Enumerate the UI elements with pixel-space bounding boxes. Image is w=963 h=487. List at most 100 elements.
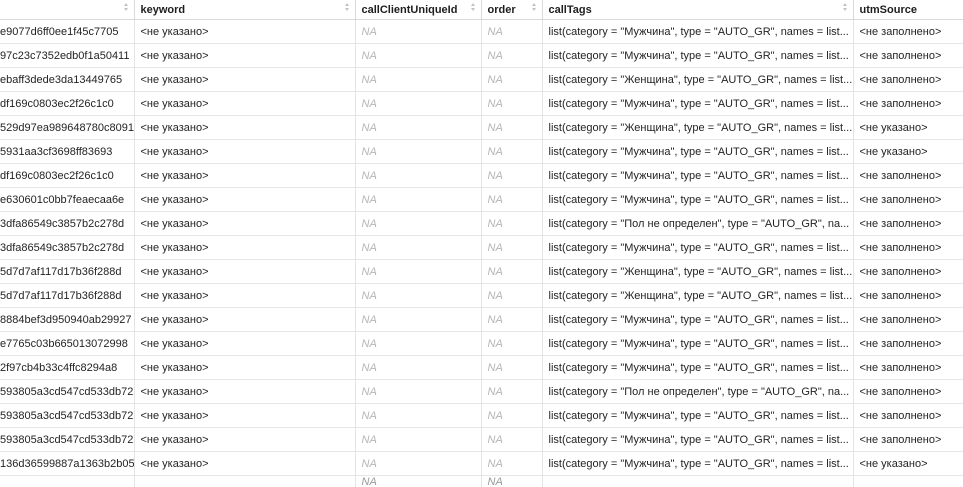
cell-keyword[interactable]: <не указано> [134, 331, 356, 356]
column-header-utm-source[interactable]: utmSource [853, 0, 963, 20]
cell-utm-source[interactable]: <не указано> [853, 451, 963, 476]
table-row[interactable]: 97c23c7352edb0f1a50411 <не указано> NA NA li… [0, 43, 963, 68]
column-header-id[interactable] [0, 0, 135, 20]
cell-call-tags[interactable]: list(category = "Мужчина", type = "AUTO_… [542, 163, 854, 188]
cell-call-tags[interactable]: list(category = "Мужчина", type = "AUTO_… [542, 331, 854, 356]
table-row[interactable]: 593805a3cd547cd533db72 <не указано> NA NA li… [0, 379, 963, 404]
sort-icon[interactable] [842, 3, 848, 13]
cell-call-tags[interactable]: list(category = "Женщина", type = "AUTO_… [542, 67, 854, 92]
table-row[interactable]: e7765c03b665013072998 <не указано> NA NA lis… [0, 331, 963, 356]
cell-call-tags[interactable]: list(category = "Мужчина", type = "AUTO_… [542, 451, 854, 476]
cell-id[interactable] [0, 475, 135, 487]
cell-order[interactable]: NA [481, 235, 543, 260]
cell-utm-source[interactable]: <не указано> [853, 139, 963, 164]
table-row[interactable]: 2f97cb4b33c4ffc8294a8 <не указано> NA NA lis… [0, 355, 963, 380]
cell-call-client-unique-id[interactable]: NA [355, 403, 482, 428]
cell-utm-source[interactable]: <не заполнено> [853, 379, 963, 404]
cell-utm-source[interactable]: <не заполнено> [853, 163, 963, 188]
cell-id[interactable]: 529d97ea989648780c8091 [0, 115, 135, 140]
cell-order[interactable]: NA [481, 427, 543, 452]
table-row[interactable]: 529d97ea989648780c8091 <не указано> NA NA li… [0, 115, 963, 140]
cell-order[interactable]: NA [481, 211, 543, 236]
cell-call-client-unique-id[interactable]: NA [355, 19, 482, 44]
cell-call-tags[interactable]: list(category = "Пол не определен", type… [542, 211, 854, 236]
table-row[interactable]: ebaff3dede3da13449765 <не указано> NA NA lis… [0, 67, 963, 92]
cell-keyword[interactable]: <не указано> [134, 91, 356, 116]
cell-id[interactable]: 593805a3cd547cd533db72 [0, 403, 135, 428]
table-row[interactable]: 5d7d7af117d17b36f288d <не указано> NA NA lis… [0, 259, 963, 284]
table-row[interactable]: 136d36599887a1363b2b05 <не указано> NA NA li… [0, 451, 963, 476]
cell-call-client-unique-id[interactable]: NA [355, 451, 482, 476]
cell-order[interactable]: NA [481, 19, 543, 44]
cell-keyword[interactable]: <не указано> [134, 19, 356, 44]
cell-keyword[interactable] [134, 475, 356, 487]
cell-call-client-unique-id[interactable]: NA [355, 379, 482, 404]
cell-id[interactable]: 593805a3cd547cd533db72 [0, 427, 135, 452]
cell-call-tags[interactable]: list(category = "Мужчина", type = "AUTO_… [542, 235, 854, 260]
cell-call-client-unique-id[interactable]: NA [355, 331, 482, 356]
cell-keyword[interactable]: <не указано> [134, 235, 356, 260]
cell-utm-source[interactable]: <не заполнено> [853, 67, 963, 92]
cell-call-tags[interactable]: list(category = "Мужчина", type = "AUTO_… [542, 403, 854, 428]
cell-call-client-unique-id[interactable]: NA [355, 427, 482, 452]
cell-keyword[interactable]: <не указано> [134, 259, 356, 284]
cell-id[interactable]: 5d7d7af117d17b36f288d [0, 283, 135, 308]
cell-utm-source[interactable] [853, 475, 963, 487]
table-row[interactable]: 5d7d7af117d17b36f288d <не указано> NA NA lis… [0, 283, 963, 308]
cell-keyword[interactable]: <не указано> [134, 355, 356, 380]
cell-order[interactable]: NA [481, 283, 543, 308]
table-row[interactable]: e630601c0bb7feaecaa6e <не указано> NA NA lis… [0, 187, 963, 212]
cell-call-tags[interactable]: list(category = "Мужчина", type = "AUTO_… [542, 19, 854, 44]
cell-call-tags[interactable]: list(category = "Женщина", type = "AUTO_… [542, 115, 854, 140]
cell-id[interactable]: 8884bef3d950940ab29927 [0, 307, 135, 332]
cell-utm-source[interactable]: <не заполнено> [853, 403, 963, 428]
table-row[interactable]: df169c0803ec2f26c1c0 <не указано> NA NA list… [0, 91, 963, 116]
cell-call-client-unique-id[interactable]: NA [355, 283, 482, 308]
cell-utm-source[interactable]: <не заполнено> [853, 355, 963, 380]
cell-call-tags[interactable]: list(category = "Мужчина", type = "AUTO_… [542, 43, 854, 68]
cell-keyword[interactable]: <не указано> [134, 163, 356, 188]
cell-call-client-unique-id[interactable]: NA [355, 139, 482, 164]
cell-keyword[interactable]: <не указано> [134, 427, 356, 452]
cell-utm-source[interactable]: <не заполнено> [853, 427, 963, 452]
cell-keyword[interactable]: <не указано> [134, 43, 356, 68]
cell-id[interactable]: e9077d6ff0ee1f45c7705 [0, 19, 135, 44]
cell-call-tags[interactable]: list(category = "Мужчина", type = "AUTO_… [542, 355, 854, 380]
cell-call-client-unique-id[interactable]: NA [355, 187, 482, 212]
cell-utm-source[interactable]: <не заполнено> [853, 331, 963, 356]
cell-id[interactable]: df169c0803ec2f26c1c0 [0, 91, 135, 116]
cell-id[interactable]: e630601c0bb7feaecaa6e [0, 187, 135, 212]
cell-call-client-unique-id[interactable]: NA [355, 91, 482, 116]
cell-id[interactable]: 5931aa3cf3698ff83693 [0, 139, 135, 164]
cell-call-client-unique-id[interactable]: NA [355, 211, 482, 236]
cell-id[interactable]: 97c23c7352edb0f1a50411 [0, 43, 135, 68]
cell-id[interactable]: df169c0803ec2f26c1c0 [0, 163, 135, 188]
cell-keyword[interactable]: <не указано> [134, 67, 356, 92]
cell-keyword[interactable]: <не указано> [134, 379, 356, 404]
column-header-call-tags[interactable]: callTags [542, 0, 854, 20]
column-header-order[interactable]: order [481, 0, 543, 20]
cell-keyword[interactable]: <не указано> [134, 139, 356, 164]
cell-call-tags[interactable] [542, 475, 854, 487]
cell-call-client-unique-id[interactable]: NA [355, 115, 482, 140]
column-header-keyword[interactable]: keyword [134, 0, 356, 20]
cell-keyword[interactable]: <не указано> [134, 403, 356, 428]
column-header-call-client-unique-id[interactable]: callClientUniqueId [355, 0, 482, 20]
cell-keyword[interactable]: <не указано> [134, 115, 356, 140]
cell-call-tags[interactable]: list(category = "Мужчина", type = "AUTO_… [542, 307, 854, 332]
table-row[interactable]: 3dfa86549c3857b2c278d <не указано> NA NA lis… [0, 211, 963, 236]
cell-id[interactable]: 593805a3cd547cd533db72 [0, 379, 135, 404]
cell-order[interactable]: NA [481, 187, 543, 212]
cell-call-tags[interactable]: list(category = "Мужчина", type = "AUTO_… [542, 139, 854, 164]
cell-order[interactable]: NA [481, 91, 543, 116]
cell-order[interactable]: NA [481, 307, 543, 332]
cell-id[interactable]: ebaff3dede3da13449765 [0, 67, 135, 92]
sort-icon[interactable] [123, 3, 129, 13]
table-row[interactable]: 593805a3cd547cd533db72 <не указано> NA NA li… [0, 403, 963, 428]
cell-order[interactable]: NA [481, 379, 543, 404]
cell-call-client-unique-id[interactable]: NA [355, 163, 482, 188]
cell-call-tags[interactable]: list(category = "Женщина", type = "AUTO_… [542, 259, 854, 284]
table-row[interactable]: 593805a3cd547cd533db72 <не указано> NA NA li… [0, 427, 963, 452]
cell-utm-source[interactable]: <не заполнено> [853, 283, 963, 308]
cell-order[interactable]: NA [481, 355, 543, 380]
